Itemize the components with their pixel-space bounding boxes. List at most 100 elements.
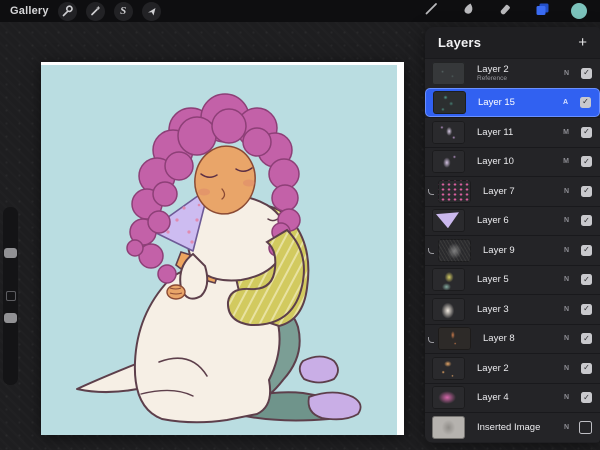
actions-button[interactable] bbox=[58, 2, 77, 21]
layer-row[interactable]: Inserted Image N bbox=[425, 412, 600, 442]
layer-row[interactable]: Layer 10 M bbox=[425, 147, 600, 177]
active-color-swatch bbox=[571, 3, 587, 19]
layer-thumbnail[interactable] bbox=[433, 91, 466, 114]
layers-icon bbox=[534, 1, 550, 22]
eraser-button[interactable] bbox=[496, 2, 514, 20]
layer-row[interactable]: Layer 4 N bbox=[425, 383, 600, 413]
layer-name: Layer 10 bbox=[477, 156, 514, 167]
layer-thumbnail[interactable] bbox=[432, 386, 465, 409]
color-button[interactable] bbox=[570, 2, 588, 20]
adjustments-button[interactable] bbox=[86, 2, 105, 21]
layer-thumbnail[interactable] bbox=[438, 327, 471, 350]
visibility-checkbox[interactable] bbox=[581, 215, 592, 226]
layer-thumbnail[interactable] bbox=[432, 150, 465, 173]
layer-row[interactable]: Layer 6 N bbox=[425, 206, 600, 236]
visibility-checkbox[interactable] bbox=[581, 127, 592, 138]
visibility-checkbox[interactable] bbox=[581, 186, 592, 197]
layers-panel-title: Layers bbox=[438, 35, 481, 50]
layer-name: Layer 4 bbox=[477, 392, 509, 403]
layer-name: Layer 5 bbox=[477, 274, 509, 285]
gallery-button[interactable]: Gallery bbox=[10, 5, 49, 17]
layer-thumbnail[interactable] bbox=[432, 62, 465, 85]
visibility-checkbox[interactable] bbox=[581, 68, 592, 79]
layer-text: Layer 3 bbox=[477, 304, 509, 315]
layer-name: Layer 15 bbox=[478, 97, 515, 108]
wrench-icon bbox=[61, 5, 73, 17]
layer-row[interactable]: Layer 15 A bbox=[425, 88, 600, 118]
layer-text: Layer 8 bbox=[483, 333, 515, 344]
layer-thumbnail[interactable] bbox=[432, 298, 465, 321]
layer-row[interactable]: Layer 3 N bbox=[425, 294, 600, 324]
layer-name: Layer 8 bbox=[483, 333, 515, 344]
eraser-icon bbox=[498, 2, 512, 21]
blend-mode-button[interactable]: N bbox=[564, 217, 569, 224]
layer-row[interactable]: Layer 5 N bbox=[425, 265, 600, 295]
layer-thumbnail[interactable] bbox=[432, 268, 465, 291]
brush-opacity-slider[interactable] bbox=[4, 313, 17, 323]
layer-text: Layer 2 Reference bbox=[477, 64, 509, 83]
layer-thumbnail[interactable] bbox=[438, 180, 471, 203]
layer-row[interactable]: Layer 8 N bbox=[425, 324, 600, 354]
layers-panel: Layers + Layer 2 Reference N Layer 15 bbox=[425, 27, 600, 443]
layer-name: Layer 9 bbox=[483, 245, 515, 256]
layer-name: Layer 6 bbox=[477, 215, 509, 226]
layer-row[interactable]: Layer 7 N bbox=[425, 176, 600, 206]
visibility-checkbox[interactable] bbox=[581, 304, 592, 315]
blend-mode-button[interactable]: N bbox=[564, 394, 569, 401]
selection-icon: S bbox=[120, 6, 126, 17]
brush-button[interactable] bbox=[422, 2, 440, 20]
visibility-checkbox[interactable] bbox=[581, 392, 592, 403]
transform-button[interactable] bbox=[142, 2, 161, 21]
layer-thumbnail[interactable] bbox=[432, 357, 465, 380]
artwork-woman-hugging-dog bbox=[41, 62, 404, 435]
blend-mode-button[interactable]: N bbox=[564, 365, 569, 372]
layer-text: Layer 2 bbox=[477, 363, 509, 374]
visibility-checkbox[interactable] bbox=[579, 421, 592, 434]
brush-slider-sidebar bbox=[3, 207, 18, 385]
layer-row[interactable]: Layer 2 Reference N bbox=[425, 58, 600, 88]
layer-name: Layer 7 bbox=[483, 186, 515, 197]
layers-button[interactable] bbox=[533, 2, 551, 20]
layer-text: Layer 4 bbox=[477, 392, 509, 403]
layer-thumbnail[interactable] bbox=[432, 416, 465, 439]
blend-mode-button[interactable]: N bbox=[564, 247, 569, 254]
layer-name: Layer 2 bbox=[477, 64, 509, 75]
layer-name: Layer 3 bbox=[477, 304, 509, 315]
modify-button[interactable] bbox=[6, 291, 16, 301]
blend-mode-button[interactable]: A bbox=[563, 99, 568, 106]
layer-text: Inserted Image bbox=[477, 422, 540, 433]
visibility-checkbox[interactable] bbox=[581, 333, 592, 344]
layer-name: Layer 2 bbox=[477, 363, 509, 374]
brush-icon bbox=[424, 1, 439, 21]
brush-size-slider[interactable] bbox=[4, 248, 17, 258]
layer-thumbnail[interactable] bbox=[432, 121, 465, 144]
layer-row[interactable]: Layer 9 N bbox=[425, 235, 600, 265]
selection-button[interactable]: S bbox=[114, 2, 133, 21]
blend-mode-button[interactable]: N bbox=[564, 424, 569, 431]
layer-text: Layer 6 bbox=[477, 215, 509, 226]
layer-thumbnail[interactable] bbox=[438, 239, 471, 262]
blend-mode-button[interactable]: N bbox=[564, 70, 569, 77]
visibility-checkbox[interactable] bbox=[580, 97, 591, 108]
top-toolbar: Gallery S bbox=[0, 0, 600, 22]
layer-row[interactable]: Layer 2 N bbox=[425, 353, 600, 383]
visibility-checkbox[interactable] bbox=[581, 156, 592, 167]
blend-mode-button[interactable]: M bbox=[563, 129, 569, 136]
layer-thumbnail[interactable] bbox=[432, 209, 465, 232]
drawing-canvas[interactable] bbox=[41, 62, 404, 435]
blend-mode-button[interactable]: M bbox=[563, 158, 569, 165]
blend-mode-button[interactable]: N bbox=[564, 276, 569, 283]
add-layer-button[interactable]: + bbox=[578, 35, 587, 50]
smudge-finger-icon bbox=[461, 2, 475, 21]
layer-subtitle: Reference bbox=[477, 75, 509, 83]
visibility-checkbox[interactable] bbox=[581, 245, 592, 256]
visibility-checkbox[interactable] bbox=[581, 274, 592, 285]
blend-mode-button[interactable]: N bbox=[564, 335, 569, 342]
smudge-button[interactable] bbox=[459, 2, 477, 20]
visibility-checkbox[interactable] bbox=[581, 363, 592, 374]
blend-mode-button[interactable]: N bbox=[564, 188, 569, 195]
blend-mode-button[interactable]: N bbox=[564, 306, 569, 313]
layer-text: Layer 10 bbox=[477, 156, 514, 167]
layer-text: Layer 5 bbox=[477, 274, 509, 285]
layer-row[interactable]: Layer 11 M bbox=[425, 117, 600, 147]
